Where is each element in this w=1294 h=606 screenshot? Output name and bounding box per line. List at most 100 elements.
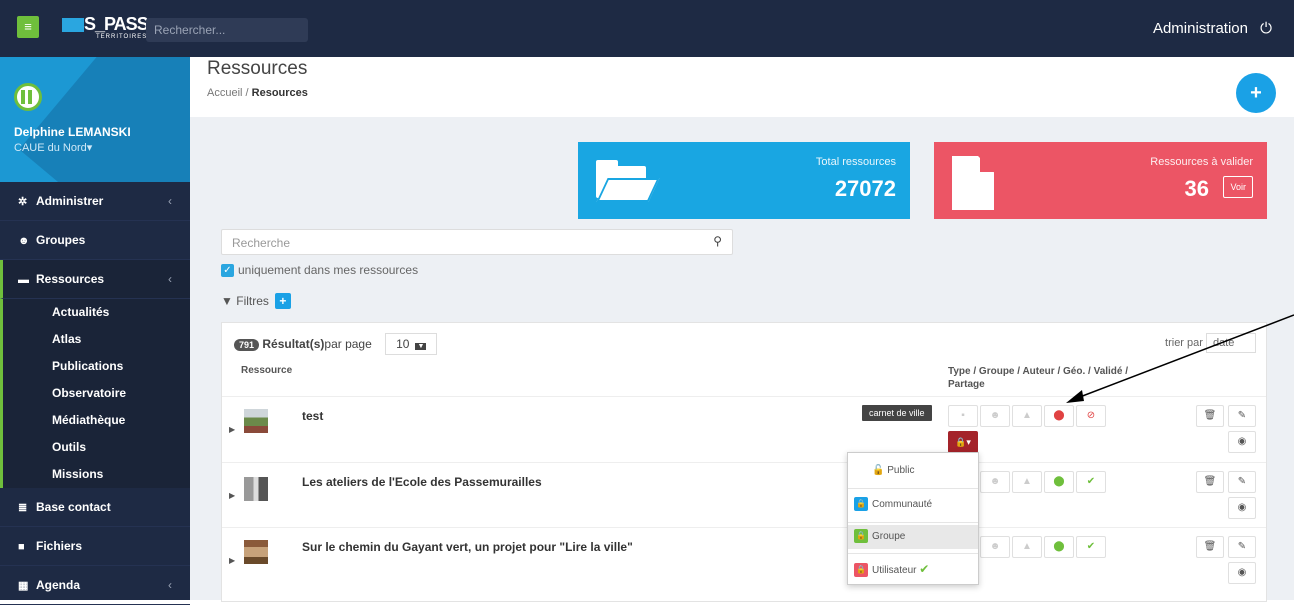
logo-mark (62, 18, 84, 32)
database-icon: ≣ (18, 502, 28, 514)
file-icon: ■ (18, 541, 25, 553)
sidebar-item-agenda[interactable]: ▦ Agenda ‹ (0, 566, 190, 605)
share-option-utilisateur[interactable]: 🔒 Utilisateur ✔ (848, 557, 978, 581)
per-page-select[interactable]: 10 ▼ (385, 333, 438, 355)
add-filter-button[interactable]: + (274, 293, 291, 309)
view-eye-icon[interactable]: ◉ (1228, 431, 1256, 453)
users-icon: ☻ (18, 235, 30, 247)
trash-icon[interactable]: 🗑 (1196, 405, 1224, 427)
validated-check-icon[interactable]: ✔ (1076, 471, 1106, 493)
share-lock-dropdown-button[interactable]: 🔒▾ (948, 431, 978, 453)
breadcrumb: Accueil / Resources (207, 87, 308, 99)
sidebar-subitem-publications[interactable]: Publications (3, 353, 190, 380)
validated-check-icon[interactable]: ✔ (1076, 536, 1106, 558)
status-icons: ▪ ☻ ▲ ⬤ ⊘ (948, 405, 1108, 427)
top-bar: ≡ S_PASS TERRITOIRES Rechercher... Admin… (0, 0, 1294, 57)
edit-pencil-icon[interactable]: ✎ (1228, 536, 1256, 558)
sidebar-subitem-outils[interactable]: Outils (3, 434, 190, 461)
sidebar-subitem-actualites[interactable]: Actualités (3, 299, 190, 326)
table-row: ▶ Sur le chemin du Gayant vert, un proje… (222, 527, 1266, 593)
not-validated-icon[interactable]: ⊘ (1076, 405, 1106, 427)
checkbox-checked-icon[interactable]: ✓ (221, 264, 234, 278)
sidebar-item-base-contact[interactable]: ≣ Base contact (0, 488, 190, 527)
filters-toggle[interactable]: ▼ Filtres + (221, 293, 291, 309)
voir-button[interactable]: Voir (1223, 176, 1253, 198)
profile-org-dropdown[interactable]: CAUE du Nord▾ (14, 141, 92, 154)
results-count-badge: 791 (234, 339, 260, 351)
sidebar-subitem-mediatheque[interactable]: Médiathèque (3, 407, 190, 434)
breadcrumb-home[interactable]: Accueil (207, 87, 242, 99)
page-header: Ressources Accueil / Resources + (190, 57, 1294, 117)
group-icon[interactable]: ☻ (980, 405, 1010, 427)
view-eye-icon[interactable]: ◉ (1228, 497, 1256, 519)
logo-subtext: TERRITOIRES (96, 34, 148, 40)
resource-title[interactable]: Sur le chemin du Gayant vert, un projet … (302, 540, 633, 554)
hamburger-menu-button[interactable]: ≡ (17, 16, 39, 38)
resource-thumbnail[interactable] (244, 477, 268, 501)
folder-open-icon (596, 160, 660, 202)
map-marker-icon[interactable]: ⬤ (1044, 405, 1074, 427)
column-header-resource: Ressource (241, 365, 293, 376)
expand-caret-icon[interactable]: ▶ (229, 491, 235, 500)
chevron-down-icon: ▼ (415, 343, 427, 350)
sidebar-item-fichiers[interactable]: ■ Fichiers (0, 527, 190, 566)
edit-pencil-icon[interactable]: ✎ (1228, 471, 1256, 493)
power-icon[interactable]: ⏻ (1260, 20, 1272, 37)
trash-icon[interactable]: 🗑 (1196, 471, 1224, 493)
column-header-meta: Type / Groupe / Auteur / Géo. / Validé /… (948, 366, 1129, 390)
selected-check-icon: ✔ (919, 562, 930, 576)
share-option-communaute[interactable]: 🔒 Communauté (848, 493, 978, 517)
results-header: 791 Résultat(s)par page 10 ▼ (234, 333, 438, 355)
expand-caret-icon[interactable]: ▶ (229, 556, 235, 565)
divider (848, 553, 978, 554)
group-icon[interactable]: ☻ (980, 536, 1010, 558)
resource-title[interactable]: test (302, 409, 323, 423)
pending-resources-card: Ressources à valider 36 Voir (934, 142, 1267, 219)
sidebar-item-groupes[interactable]: ☻ Groupes (0, 221, 190, 260)
page-title: Ressources (207, 58, 308, 79)
breadcrumb-current: Resources (251, 87, 308, 99)
profile-name: Delphine LEMANSKI (14, 125, 131, 139)
map-marker-icon[interactable]: ⬤ (1044, 536, 1074, 558)
chevron-left-icon: ‹ (168, 578, 172, 592)
resource-thumbnail[interactable] (244, 409, 268, 433)
filter-icon: ▼ (221, 294, 233, 308)
global-search-input[interactable]: Rechercher... (146, 18, 308, 42)
sidebar-item-administrer[interactable]: ✲ Administrer ‹ (0, 182, 190, 221)
sidebar-subitem-observatoire[interactable]: Observatoire (3, 380, 190, 407)
author-icon[interactable]: ▲ (1012, 536, 1042, 558)
view-eye-icon[interactable]: ◉ (1228, 562, 1256, 584)
lock-icon: 🔒 (854, 497, 868, 512)
sort-control: trier par date (1165, 333, 1256, 353)
group-icon[interactable]: ☻ (980, 471, 1010, 493)
share-option-groupe[interactable]: 🔒 Groupe (848, 525, 978, 549)
sidebar-item-ressources[interactable]: ▬ Ressources ‹ (0, 260, 190, 299)
sort-select[interactable]: date (1206, 333, 1256, 353)
share-option-public[interactable]: 🔓 Public (848, 459, 978, 483)
trash-icon[interactable]: 🗑 (1196, 536, 1224, 558)
add-resource-button[interactable]: + (1236, 73, 1276, 113)
sidebar-subitem-atlas[interactable]: Atlas (3, 326, 190, 353)
total-resources-label: Total ressources (815, 156, 896, 168)
expand-caret-icon[interactable]: ▶ (229, 425, 235, 434)
ressources-submenu: Actualités Atlas Publications Observatoi… (0, 299, 190, 488)
resource-thumbnail[interactable] (244, 540, 268, 564)
map-marker-icon[interactable]: ⬤ (1044, 471, 1074, 493)
avatar[interactable] (14, 83, 42, 111)
logo[interactable]: S_PASS TERRITOIRES (62, 14, 149, 44)
total-resources-value: 27072 (834, 176, 896, 201)
table-row: ▶ test carnet de ville ▪ ☻ ▲ ⬤ ⊘ 🔒▾ 🗑 ✎ ◉ (222, 396, 1266, 462)
author-icon[interactable]: ▲ (1012, 471, 1042, 493)
administration-link[interactable]: Administration (1153, 20, 1248, 37)
sidebar-subitem-missions[interactable]: Missions (3, 461, 190, 488)
search-icon[interactable]: ⚲ (713, 234, 722, 248)
lock-icon: 🔒 (854, 529, 868, 544)
pending-resources-label: Ressources à valider (1150, 156, 1253, 168)
document-icon (952, 156, 994, 210)
type-icon[interactable]: ▪ (948, 405, 978, 427)
edit-pencil-icon[interactable]: ✎ (1228, 405, 1256, 427)
resource-title[interactable]: Les ateliers de l'Ecole des Passemuraill… (302, 475, 542, 489)
only-mine-checkbox[interactable]: ✓ uniquement dans mes ressources (221, 263, 418, 278)
resource-search-input[interactable]: Recherche ⚲ (221, 229, 733, 255)
author-icon[interactable]: ▲ (1012, 405, 1042, 427)
